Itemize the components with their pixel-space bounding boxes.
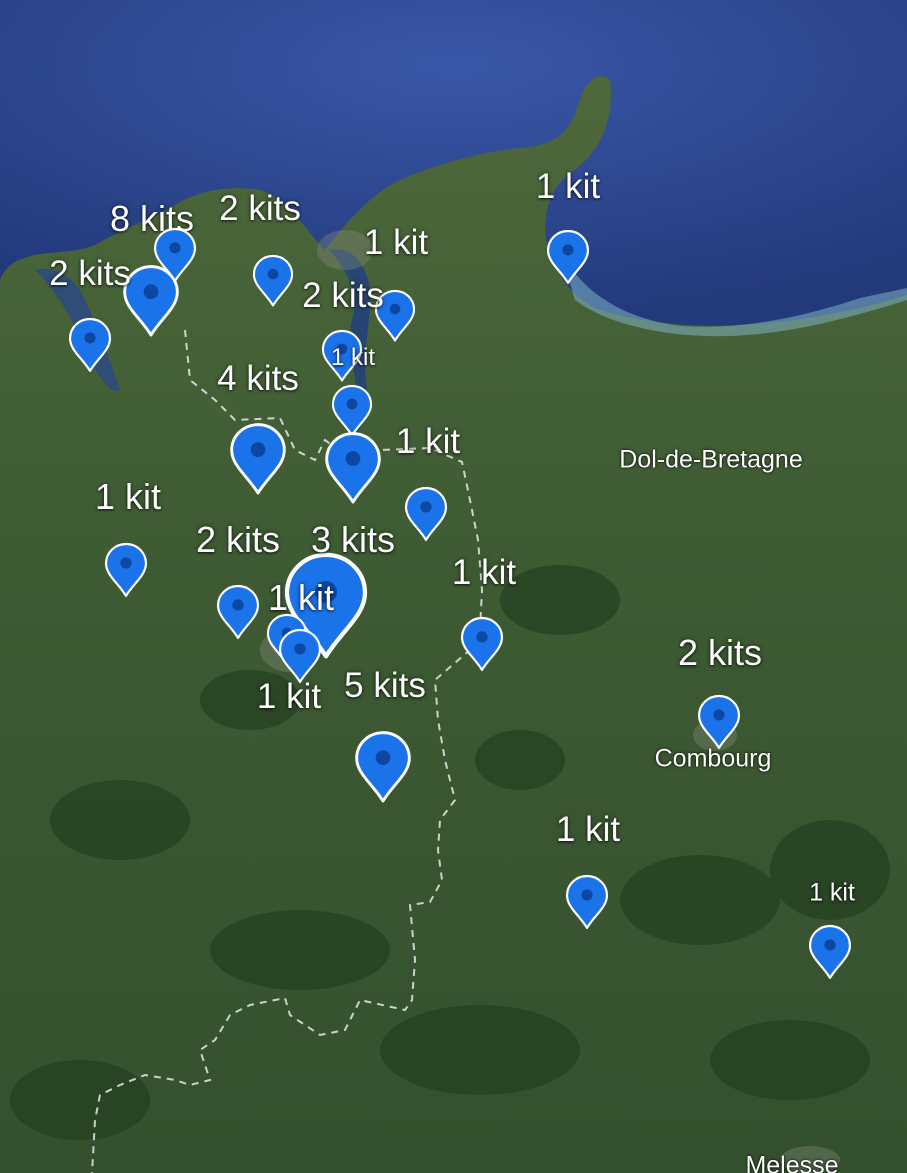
kit-count-label: 1 kit bbox=[555, 810, 621, 849]
kit-count-label: 1 kit bbox=[330, 344, 376, 371]
map-pin-icon bbox=[278, 629, 322, 684]
kit-count-label: 2 kits bbox=[302, 276, 384, 315]
map-view[interactable]: Dol-de-Bretagne Combourg Melesse 8 kits 2… bbox=[0, 0, 907, 1173]
kit-count-label: 5 kits bbox=[344, 666, 426, 705]
map-pin-icon bbox=[546, 230, 590, 285]
kit-count-label: 1 kit bbox=[535, 167, 601, 206]
kit-marker-c03[interactable] bbox=[68, 317, 112, 373]
map-pin-icon bbox=[565, 875, 609, 930]
map-pin-icon bbox=[252, 254, 294, 307]
kit-count-label: 1 kit bbox=[451, 553, 517, 592]
kit-count-label: 2 kits bbox=[219, 189, 301, 228]
kit-marker-c08[interactable] bbox=[229, 422, 287, 496]
map-pin-icon bbox=[325, 432, 381, 504]
kit-marker-c19[interactable] bbox=[808, 924, 852, 980]
kit-marker-c07[interactable] bbox=[546, 229, 590, 285]
kit-count-label: 4 kits bbox=[217, 359, 299, 398]
kit-marker-c15[interactable] bbox=[354, 730, 412, 804]
kit-marker-c14[interactable] bbox=[216, 584, 260, 640]
kit-marker-c04[interactable] bbox=[252, 254, 294, 307]
map-pin-icon bbox=[230, 423, 286, 495]
kit-count-label: 1 kit bbox=[809, 878, 855, 907]
kit-marker-c17[interactable] bbox=[697, 694, 741, 750]
map-pin-icon bbox=[216, 585, 260, 640]
map-pin-icon bbox=[808, 925, 852, 980]
kit-count-label: 2 kits bbox=[49, 254, 131, 293]
kit-marker-c18[interactable] bbox=[565, 874, 609, 930]
map-pin-icon bbox=[355, 731, 411, 803]
kit-marker-extra-1[interactable] bbox=[460, 616, 504, 672]
place-label-melesse: Melesse bbox=[745, 1151, 839, 1173]
kit-count-label: 1 kit bbox=[363, 223, 429, 262]
kit-marker-c13[interactable] bbox=[104, 542, 148, 598]
map-pin-icon bbox=[68, 318, 112, 373]
kit-count-label: 1 kit bbox=[94, 476, 162, 517]
kit-count-label: 1 kit bbox=[395, 422, 461, 461]
map-pin-icon bbox=[697, 695, 741, 750]
kit-count-label: 2 kits bbox=[677, 632, 763, 673]
kit-marker-c02[interactable] bbox=[153, 227, 197, 283]
map-pin-icon bbox=[331, 384, 373, 437]
map-pin-icon bbox=[153, 228, 197, 283]
map-pin-icon bbox=[404, 487, 448, 542]
kit-count-label: 2 kits bbox=[195, 519, 281, 560]
place-label-dol-de-bretagne: Dol-de-Bretagne bbox=[619, 445, 803, 474]
kit-marker-c09[interactable] bbox=[331, 384, 373, 437]
kit-count-label: 3 kits bbox=[310, 519, 396, 560]
kit-marker-extra-2[interactable] bbox=[278, 628, 322, 684]
map-pin-icon bbox=[460, 617, 504, 672]
kit-marker-c10[interactable] bbox=[404, 486, 448, 542]
map-pin-icon bbox=[104, 543, 148, 598]
kit-marker-c11[interactable] bbox=[324, 431, 382, 505]
